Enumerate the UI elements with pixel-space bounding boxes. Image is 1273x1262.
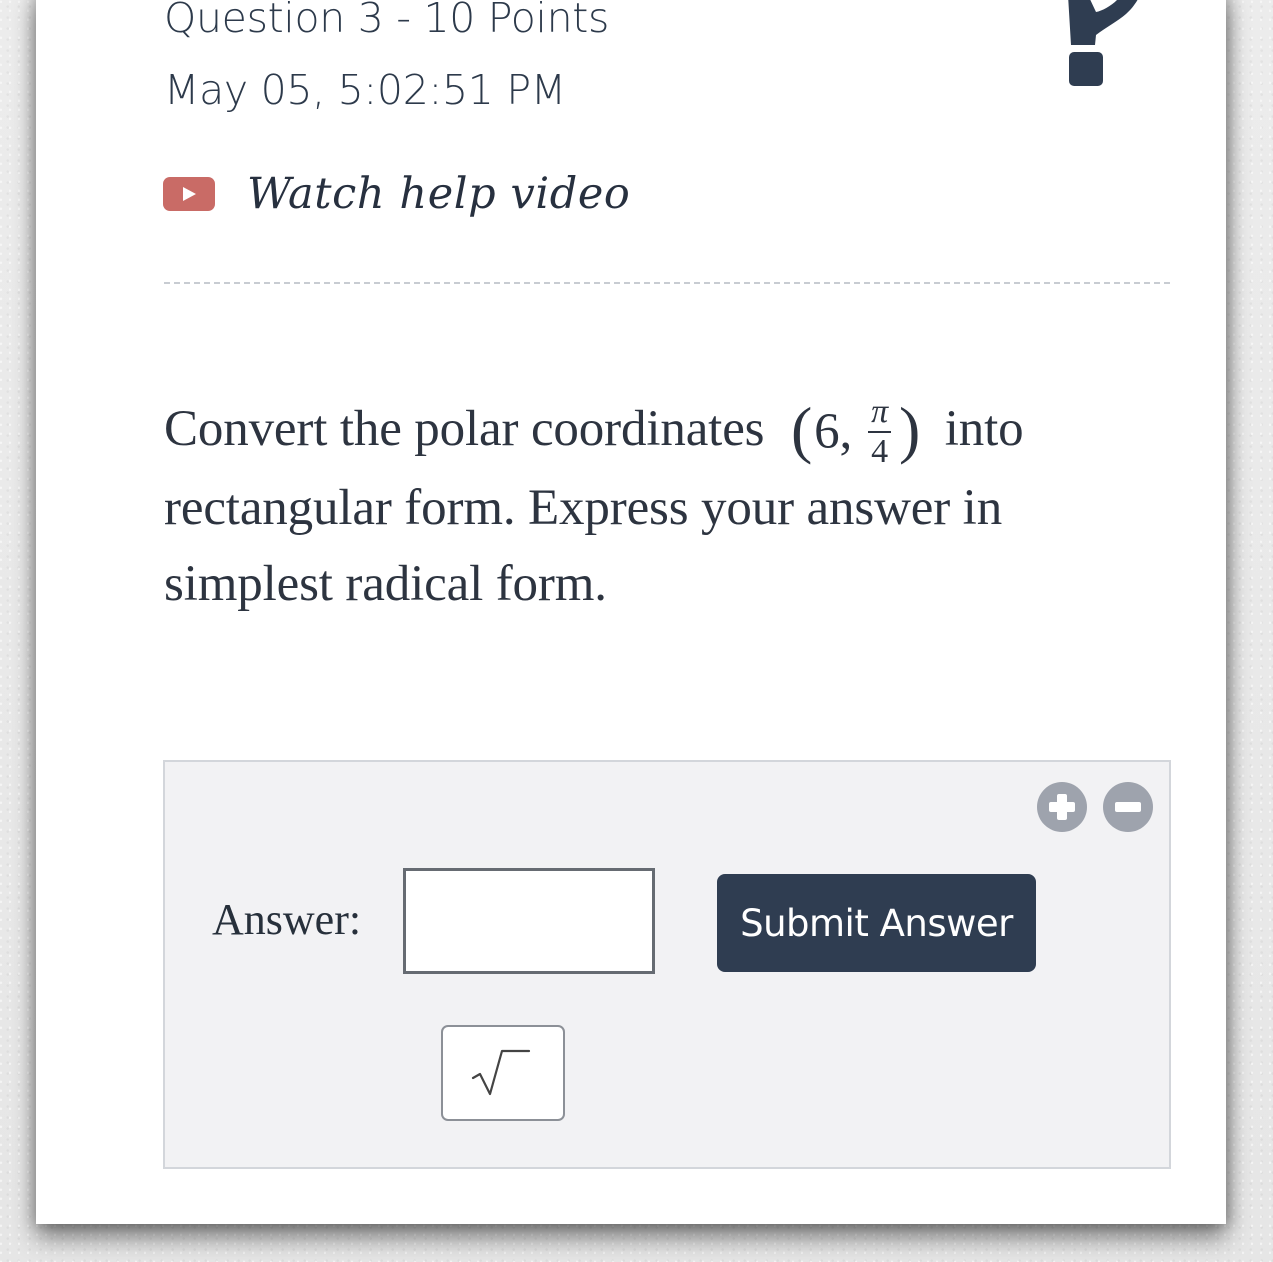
plus-circle-icon[interactable] <box>1037 782 1087 832</box>
answer-panel: Answer: Submit Answer <box>163 760 1171 1169</box>
minus-circle-icon[interactable] <box>1103 782 1153 832</box>
watch-help-video-link[interactable]: Watch help video <box>163 164 653 224</box>
polar-coordinate-expression: ( 6, π 4 ) <box>791 394 920 470</box>
question-prompt: Convert the polar coordinates ( 6, π 4 )… <box>164 391 1154 622</box>
radius-value: 6, <box>814 404 853 460</box>
right-parenthesis: ) <box>899 394 921 465</box>
dashed-divider <box>164 282 1170 284</box>
answer-input[interactable] <box>403 868 655 974</box>
watch-help-video-label: Watch help video <box>247 169 631 219</box>
question-card: Question 3 - 10 Points May 05, 5:02:51 P… <box>36 0 1226 1224</box>
square-root-icon <box>467 1044 539 1103</box>
angle-denominator: 4 <box>871 433 888 470</box>
youtube-play-icon <box>163 177 215 211</box>
square-root-button[interactable] <box>441 1025 565 1121</box>
question-title: Question 3 - 10 Points <box>164 0 610 42</box>
question-text-before-math: Convert the polar coordinates <box>164 401 777 457</box>
angle-numerator: π <box>868 395 891 433</box>
left-parenthesis: ( <box>790 394 813 465</box>
submit-answer-button[interactable]: Submit Answer <box>717 874 1036 972</box>
question-mark-icon <box>1068 0 1146 90</box>
answer-label: Answer: <box>212 895 362 944</box>
angle-fraction: π 4 <box>868 395 891 469</box>
question-timestamp: May 05, 5:02:51 PM <box>164 66 566 114</box>
